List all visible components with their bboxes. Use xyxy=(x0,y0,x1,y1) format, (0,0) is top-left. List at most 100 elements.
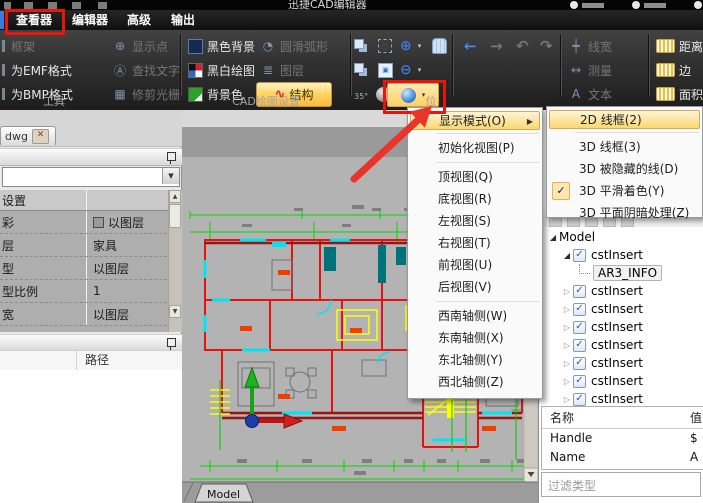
collapsed-icon[interactable]: ▷ xyxy=(561,341,573,350)
menu-item-se-iso[interactable]: 东南轴侧(X) xyxy=(408,327,542,349)
smooth-arc-button[interactable]: ◔ 圆滑弧形 xyxy=(260,35,328,57)
copy-emf-button[interactable]: 为EMF格式 xyxy=(2,59,72,81)
tree-row-selected[interactable]: AR3_INFO xyxy=(539,264,703,282)
menu-item-bottom-view[interactable]: 底视图(R) xyxy=(408,188,542,210)
quick-access-icon[interactable] xyxy=(98,2,107,9)
menu-item-back-view[interactable]: 后视图(V) xyxy=(408,276,542,298)
menu-item-display-mode[interactable]: 显示模式(O) ▶ xyxy=(410,111,540,130)
menu-item-right-view[interactable]: 右视图(T) xyxy=(408,232,542,254)
app-menu-sliver[interactable] xyxy=(0,11,4,29)
tree-row[interactable]: ▷ ✓ cstInsert xyxy=(539,282,703,300)
checkbox-checked[interactable]: ✓ xyxy=(573,285,586,298)
checkbox-checked[interactable]: ✓ xyxy=(573,321,586,334)
tree-row[interactable]: ▷ ✓ cstInsert xyxy=(539,354,703,372)
layers-button[interactable]: ≣ 图层 xyxy=(260,59,304,81)
filter-type-input[interactable]: 过滤类型 xyxy=(541,472,701,497)
measure-button[interactable]: ↔ 测量 xyxy=(568,59,612,81)
distance-button[interactable]: 距离 xyxy=(656,35,703,57)
pan-button[interactable] xyxy=(432,35,447,57)
model-tab-label[interactable]: Model xyxy=(207,488,240,501)
checkbox-checked[interactable]: ✓ xyxy=(573,393,586,406)
scroll-down-icon[interactable]: ▼ xyxy=(169,305,181,318)
pin-icon[interactable] xyxy=(167,152,176,161)
tab-output[interactable]: 输出 xyxy=(164,10,202,30)
collapsed-icon[interactable]: ▷ xyxy=(561,395,573,404)
text-button[interactable]: A 文本 xyxy=(568,83,612,105)
checkbox-checked[interactable]: ✓ xyxy=(573,303,586,316)
black-bg-button[interactable]: 黑色背景 xyxy=(188,35,255,57)
frame-button[interactable]: 框架 xyxy=(2,35,35,57)
menu-item-ne-iso[interactable]: 东北轴侧(Y) xyxy=(408,349,542,371)
quick-access-icon[interactable] xyxy=(48,2,57,9)
show-point-button[interactable]: ⊕ 显示点 xyxy=(112,35,168,57)
menu-item-top-view[interactable]: 顶视图(Q) xyxy=(408,166,542,188)
scrollbar-thumb[interactable] xyxy=(169,204,181,228)
tree-row[interactable]: ▷ ✓ cstInsert xyxy=(539,318,703,336)
tree-row-model[interactable]: ◢ Model xyxy=(539,228,703,246)
document-tab[interactable]: dwg ✕ xyxy=(0,126,56,145)
undo-button[interactable]: ↶ xyxy=(516,35,529,57)
submenu-item-2d-wireframe[interactable]: 2D 线框(2) xyxy=(549,110,700,129)
tree-row[interactable]: ▷ ✓ cstInsert xyxy=(539,336,703,354)
tree-row[interactable]: ▷ ✓ cstInsert xyxy=(539,300,703,318)
pin-icon[interactable] xyxy=(167,338,176,347)
zoom-in-button[interactable]: ⊕ ▾ xyxy=(400,35,421,57)
tree-row[interactable]: ▷ ✓ cstInsert xyxy=(539,372,703,390)
zoom-extents-button[interactable]: ▣ xyxy=(378,59,393,81)
tab-advanced[interactable]: 高级 xyxy=(120,10,158,30)
redo-button[interactable]: ↷ xyxy=(540,35,553,57)
menu-item-sw-iso[interactable]: 西南轴侧(W) xyxy=(408,305,542,327)
rotate-35-button[interactable]: 35° xyxy=(354,85,368,107)
property-row[interactable]: 层 家具 xyxy=(0,234,182,257)
tree-row[interactable]: ◢ ✓ cstInsert xyxy=(539,246,703,264)
props-row[interactable]: Name A xyxy=(542,448,703,467)
property-row[interactable]: 彩 以图层 xyxy=(0,211,182,234)
zoom-out-button[interactable]: ⊖ ▾ xyxy=(400,59,421,81)
property-row[interactable]: 型比例 1 xyxy=(0,280,182,303)
properties-scrollbar[interactable]: ▲ ▼ xyxy=(168,190,182,332)
help-icon[interactable] xyxy=(570,1,578,9)
quick-access-icon[interactable] xyxy=(72,2,81,9)
find-text-button[interactable]: Ⓐ 查找文字 xyxy=(112,59,180,81)
bw-draw-button[interactable]: 黑白绘图 xyxy=(188,59,255,81)
area-button[interactable]: 面积 xyxy=(656,83,703,105)
update-icon[interactable] xyxy=(632,1,640,9)
properties-selector[interactable]: ▼ xyxy=(2,167,180,187)
quick-access-icon[interactable] xyxy=(4,2,11,9)
path-list-area[interactable] xyxy=(0,370,182,503)
trim-raster-button[interactable]: ▦ 修剪光栅 xyxy=(112,83,180,105)
collapsed-icon[interactable]: ▷ xyxy=(561,323,573,332)
scroll-up-icon[interactable]: ▲ xyxy=(169,190,181,203)
expanded-icon[interactable]: ◢ xyxy=(547,233,559,242)
menu-item-front-view[interactable]: 前视图(U) xyxy=(408,254,542,276)
checkbox-checked[interactable]: ✓ xyxy=(573,357,586,370)
submenu-item-3d-smooth-shading[interactable]: ✓ 3D 平滑着色(Y) xyxy=(547,180,702,202)
collapsed-icon[interactable]: ▷ xyxy=(561,359,573,368)
props-row[interactable]: Handle $ xyxy=(542,429,703,448)
tab-editor[interactable]: 编辑器 xyxy=(66,10,114,30)
zoom-window-button[interactable]: ◌ xyxy=(378,35,392,57)
window-copy-button[interactable] xyxy=(354,35,368,57)
back-button[interactable]: ← xyxy=(464,35,477,57)
collapsed-icon[interactable]: ▷ xyxy=(561,305,573,314)
edge-button[interactable]: 边 xyxy=(656,59,691,81)
property-row[interactable]: 设置 xyxy=(0,190,182,211)
collapsed-icon[interactable]: ▷ xyxy=(561,287,573,296)
menu-item-nw-iso[interactable]: 西北轴侧(Z) xyxy=(408,371,542,393)
line-width-button[interactable]: ┿ 线宽 xyxy=(568,35,612,57)
collapsed-icon[interactable]: ▷ xyxy=(561,377,573,386)
menu-item-left-view[interactable]: 左视图(S) xyxy=(408,210,542,232)
menu-item-init-view[interactable]: 初始化视图(P) xyxy=(408,137,542,159)
quick-access-icon[interactable] xyxy=(24,2,33,9)
checkbox-checked[interactable]: ✓ xyxy=(573,339,586,352)
submenu-item-3d-wireframe[interactable]: 3D 线框(3) xyxy=(547,136,702,158)
tab-viewer[interactable]: 查看器 xyxy=(8,10,60,30)
checkbox-checked[interactable]: ✓ xyxy=(573,375,586,388)
close-icon[interactable]: ✕ xyxy=(32,129,49,144)
checkbox-checked[interactable]: ✓ xyxy=(573,249,586,262)
submenu-item-3d-hidden-line[interactable]: 3D 被隐藏的线(D) xyxy=(547,158,702,180)
expanded-icon[interactable]: ◢ xyxy=(561,251,573,260)
submenu-item-3d-flat-shading[interactable]: 3D 平面阴暗处理(Z) xyxy=(547,202,702,224)
property-row[interactable]: 宽 以图层 xyxy=(0,303,182,326)
window-paste-button[interactable] xyxy=(354,59,368,81)
